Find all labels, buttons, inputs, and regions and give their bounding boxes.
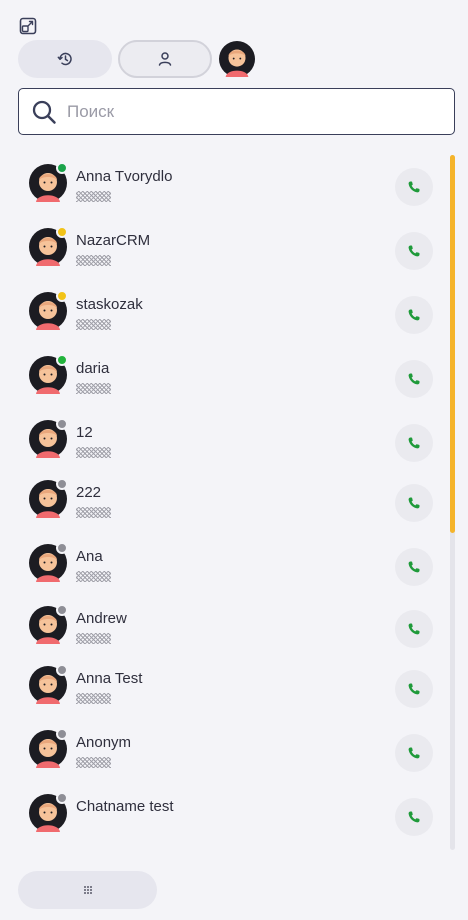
call-button[interactable] bbox=[395, 296, 433, 334]
call-button[interactable] bbox=[395, 670, 433, 708]
status-indicator bbox=[56, 162, 68, 174]
scrollbar-thumb[interactable] bbox=[450, 155, 455, 533]
contact-extension: 204 bbox=[76, 255, 111, 266]
contact-extension: 203 bbox=[76, 191, 111, 202]
status-indicator bbox=[56, 542, 68, 554]
search-icon bbox=[32, 100, 56, 124]
contact-row[interactable]: Anna Test 214 bbox=[18, 652, 446, 712]
contact-row[interactable]: staskozak 205 bbox=[18, 278, 446, 338]
person-icon bbox=[158, 52, 172, 66]
contact-extension: 242 bbox=[76, 383, 111, 394]
contact-extension: 205 bbox=[76, 319, 111, 330]
contact-name: Anna Tvorydlo bbox=[76, 168, 173, 185]
contact-extension: 213 bbox=[76, 633, 111, 644]
call-button[interactable] bbox=[395, 798, 433, 836]
scrollbar-track[interactable] bbox=[450, 155, 455, 850]
phone-icon bbox=[408, 747, 420, 759]
phone-icon bbox=[408, 561, 420, 573]
call-button[interactable] bbox=[395, 360, 433, 398]
contact-extension: 214 bbox=[76, 693, 111, 704]
phone-icon bbox=[408, 683, 420, 695]
call-button[interactable] bbox=[395, 232, 433, 270]
contact-extension: 212 bbox=[76, 571, 111, 582]
contact-row[interactable]: 222 211 bbox=[18, 466, 446, 526]
contact-row[interactable]: 12 210 bbox=[18, 406, 446, 466]
call-button[interactable] bbox=[395, 424, 433, 462]
search-input[interactable] bbox=[67, 101, 407, 122]
call-button[interactable] bbox=[395, 168, 433, 206]
contact-extension: 211 bbox=[76, 507, 111, 518]
status-indicator bbox=[56, 290, 68, 302]
contact-row[interactable]: Anonym 215 bbox=[18, 716, 446, 776]
contact-row[interactable]: Chatname test bbox=[18, 780, 446, 840]
phone-icon bbox=[408, 181, 420, 193]
phone-icon bbox=[408, 245, 420, 257]
contact-name: NazarCRM bbox=[76, 232, 151, 249]
phone-icon bbox=[408, 437, 420, 449]
dialpad-button[interactable] bbox=[18, 871, 157, 909]
contact-row[interactable]: daria 242 bbox=[18, 342, 446, 402]
call-button[interactable] bbox=[395, 610, 433, 648]
contact-name: 222 bbox=[76, 484, 102, 501]
contact-name: Ana bbox=[76, 548, 103, 565]
status-indicator bbox=[56, 418, 68, 430]
contact-name: staskozak bbox=[76, 296, 143, 313]
call-button[interactable] bbox=[395, 734, 433, 772]
status-indicator bbox=[56, 604, 68, 616]
contact-name: Chatname test bbox=[76, 798, 174, 815]
status-indicator bbox=[56, 792, 68, 804]
tab-contacts[interactable] bbox=[118, 40, 212, 78]
search-field[interactable] bbox=[18, 88, 455, 135]
contact-name: daria bbox=[76, 360, 110, 377]
contact-row[interactable]: Ana 212 bbox=[18, 530, 446, 590]
contact-name: Anonym bbox=[76, 734, 132, 751]
expand-window-button[interactable] bbox=[18, 16, 38, 36]
contact-list: Anna Tvorydlo 203 NazarCRM 204 staskozak 20… bbox=[18, 150, 446, 850]
phone-icon bbox=[408, 373, 420, 385]
history-icon bbox=[57, 52, 72, 66]
status-indicator bbox=[56, 226, 68, 238]
contact-extension: 215 bbox=[76, 757, 111, 768]
tab-bar bbox=[18, 40, 255, 78]
expand-icon bbox=[19, 17, 37, 35]
contact-row[interactable]: NazarCRM 204 bbox=[18, 214, 446, 274]
contact-row[interactable]: Anna Tvorydlo 203 bbox=[18, 150, 446, 210]
call-button[interactable] bbox=[395, 484, 433, 522]
contact-row[interactable]: Andrew 213 bbox=[18, 592, 446, 652]
contact-name: Andrew bbox=[76, 610, 127, 627]
status-indicator bbox=[56, 728, 68, 740]
status-indicator bbox=[56, 478, 68, 490]
phone-icon bbox=[408, 623, 420, 635]
status-indicator bbox=[56, 664, 68, 676]
contact-name: Anna Test bbox=[76, 670, 143, 687]
tab-history[interactable] bbox=[18, 40, 112, 78]
contact-extension: 210 bbox=[76, 447, 111, 458]
dialpad-icon bbox=[83, 886, 92, 894]
phone-icon bbox=[408, 309, 420, 321]
contact-name: 12 bbox=[76, 424, 93, 441]
call-button[interactable] bbox=[395, 548, 433, 586]
phone-icon bbox=[408, 497, 420, 509]
my-avatar[interactable] bbox=[219, 41, 255, 77]
status-indicator bbox=[56, 354, 68, 366]
phone-icon bbox=[408, 811, 420, 823]
